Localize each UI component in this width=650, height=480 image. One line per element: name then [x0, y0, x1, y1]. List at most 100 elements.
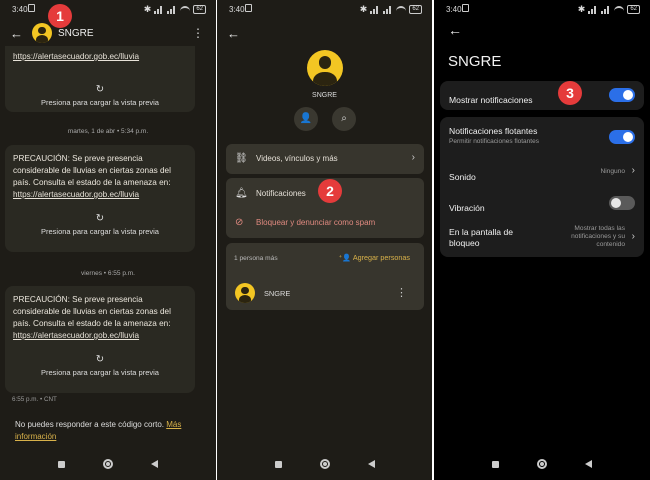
status-time: 3:40 [446, 5, 462, 14]
battery-icon: 62 [409, 5, 422, 14]
floating-notifications-toggle[interactable] [609, 130, 635, 144]
link-preview[interactable]: ↻ Presiona para cargar la vista previa [5, 346, 195, 377]
search-icon: ⌕ [341, 113, 347, 124]
show-notifications-row[interactable]: Mostrar notificaciones [449, 88, 635, 108]
back-nav-icon[interactable] [151, 460, 158, 468]
preview-label: Presiona para cargar la vista previa [41, 98, 159, 107]
link-preview[interactable]: ↻ Presiona para cargar la vista previa [5, 205, 195, 236]
bell-icon: 🔔︎ [235, 188, 248, 199]
people-count: 1 persona más [234, 255, 278, 262]
signal-icon [588, 5, 598, 14]
recents-icon[interactable] [492, 461, 499, 468]
message-meta: 6:55 p.m. • CNT [12, 396, 57, 403]
conversation-screen: 3:40 ✱ 62 ← SNGRE ⋮ 1 https://alertasecu… [0, 0, 216, 480]
lock-screen-label: En la pantalla de bloqueo [449, 227, 514, 248]
message-bubble-2[interactable]: PRECAUCIÓN: Se preve presencia considera… [5, 286, 195, 393]
show-notifications-toggle[interactable] [609, 88, 635, 102]
chevron-right-icon: › [631, 165, 635, 176]
signal-icon-2 [601, 5, 611, 14]
step-badge-3: 3 [558, 81, 582, 105]
chevron-right-icon: › [411, 152, 415, 163]
back-nav-icon[interactable] [368, 460, 375, 468]
people-card: 1 persona más ⁺👤 Agregar personas SNGRE … [226, 243, 424, 310]
refresh-icon: ↻ [95, 354, 105, 365]
page-title: SNGRE [448, 53, 502, 70]
floating-notifications-sub: Permitir notificaciones flotantes [449, 138, 539, 145]
battery-icon: 62 [193, 5, 206, 14]
contact-name: SNGRE [312, 92, 337, 99]
preview-label: Presiona para cargar la vista previa [41, 368, 159, 377]
signal-icon-2 [167, 5, 177, 14]
conversation-details-screen: 3:40 ✱ 62 ← SNGRE 👤 ⌕ ⛓ Videos, vínculos… [217, 0, 432, 480]
notification-settings-screen: 3:40 ✱ 62 ← SNGRE Mostrar notificaciones… [434, 0, 650, 480]
person-add-icon: ⁺👤 [338, 253, 352, 262]
floating-notifications-row[interactable]: Notificaciones flotantes Permitir notifi… [449, 126, 635, 145]
message-body: PRECAUCIÓN: Se preve presencia considera… [13, 154, 171, 187]
refresh-icon: ↻ [95, 84, 105, 95]
status-time: 3:40 [12, 5, 28, 14]
member-name[interactable]: SNGRE [264, 289, 290, 298]
person-add-icon: 👤 [299, 113, 313, 124]
link-preview[interactable]: ↻ Presiona para cargar la vista previa [5, 64, 195, 107]
notification-options-card: Notificaciones flotantes Permitir notifi… [440, 117, 644, 257]
home-icon[interactable] [320, 459, 330, 469]
chevron-right-icon: › [631, 231, 635, 242]
status-bar: 3:40 ✱ 62 [434, 0, 650, 18]
refresh-icon: ↻ [95, 213, 105, 224]
home-icon[interactable] [103, 459, 113, 469]
show-notifications-label: Mostrar notificaciones [449, 95, 533, 105]
step-badge-1: 1 [48, 4, 72, 28]
wifi-icon [180, 5, 191, 14]
message-link[interactable]: https://alertasecuador.gob.ec/lluvia [13, 331, 139, 340]
show-notifications-card[interactable]: Mostrar notificaciones [440, 81, 644, 110]
signal-icon [154, 5, 164, 14]
contact-avatar[interactable] [32, 23, 52, 43]
bluetooth-icon: ✱ [577, 4, 586, 14]
sound-row[interactable]: Sonido Ninguno › [449, 165, 635, 185]
notification-icon [28, 4, 35, 12]
system-nav-bar [0, 450, 216, 480]
notification-icon [462, 4, 469, 12]
message-bubble-top[interactable]: https://alertasecuador.gob.ec/lluvia ↻ P… [5, 46, 195, 112]
status-bar: 3:40 ✱ 62 [217, 0, 432, 18]
message-link[interactable]: https://alertasecuador.gob.ec/lluvia [13, 52, 139, 61]
conversation-app-bar: ← SNGRE ⋮ [0, 20, 216, 48]
search-button[interactable]: ⌕ [332, 107, 356, 131]
recents-icon[interactable] [58, 461, 65, 468]
wifi-icon [396, 5, 407, 14]
message-bubble-1[interactable]: PRECAUCIÓN: Se preve presencia considera… [5, 145, 195, 252]
back-arrow-icon[interactable]: ← [10, 26, 23, 41]
vibration-row[interactable]: Vibración [449, 196, 635, 216]
home-icon[interactable] [537, 459, 547, 469]
system-nav-bar [434, 450, 650, 480]
back-arrow-icon[interactable]: ← [448, 22, 462, 38]
vibration-toggle[interactable] [609, 196, 635, 210]
conversation-title[interactable]: SNGRE [58, 28, 94, 39]
block-spam-label: Bloquear y denunciar como spam [256, 218, 376, 227]
lock-screen-row[interactable]: En la pantalla de bloqueo Mostrar todas … [449, 225, 635, 249]
media-card[interactable]: ⛓ Videos, vínculos y más › [226, 144, 424, 174]
link-icon: ⛓ [235, 153, 248, 164]
recents-icon[interactable] [275, 461, 282, 468]
add-person-button[interactable]: 👤 [294, 107, 318, 131]
status-bar: 3:40 ✱ 62 [0, 0, 216, 18]
notification-icon [245, 4, 252, 12]
signal-icon-2 [383, 5, 393, 14]
add-people-button[interactable]: ⁺👤 Agregar personas [339, 253, 411, 262]
member-more-icon[interactable]: ⋮ [396, 286, 407, 299]
floating-notifications-label: Notificaciones flotantes [449, 126, 538, 136]
reply-note-text: No puedes responder a este código corto. [15, 420, 164, 429]
back-arrow-icon[interactable]: ← [227, 26, 240, 41]
preview-label: Presiona para cargar la vista previa [41, 227, 159, 236]
member-avatar [235, 283, 255, 303]
message-link[interactable]: https://alertasecuador.gob.ec/lluvia [13, 190, 139, 199]
vibration-label: Vibración [449, 203, 485, 213]
bluetooth-icon: ✱ [143, 4, 152, 14]
wifi-icon [614, 5, 625, 14]
message-body: PRECAUCIÓN: Se preve presencia considera… [13, 295, 171, 328]
back-nav-icon[interactable] [585, 460, 592, 468]
date-separator-2: viernes • 6:55 p.m. [81, 270, 135, 277]
status-time: 3:40 [229, 5, 245, 14]
system-nav-bar [217, 450, 432, 480]
more-options-icon[interactable]: ⋮ [192, 26, 204, 40]
